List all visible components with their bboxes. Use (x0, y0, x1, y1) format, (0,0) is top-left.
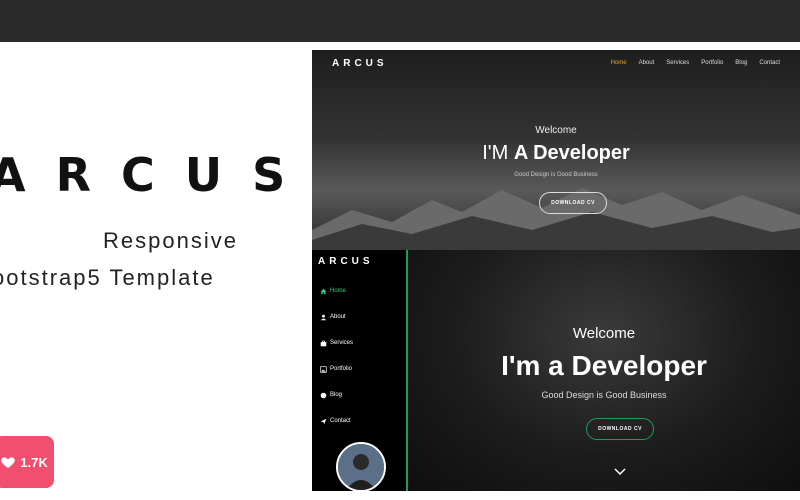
briefcase-icon (320, 340, 327, 347)
nav-services[interactable]: Services (666, 60, 689, 66)
sidebar-label: Blog (330, 392, 343, 398)
preview1-subtitle: Good Design is Good Business (514, 172, 598, 178)
headline-prefix: I'M (482, 142, 514, 164)
sidebar-item-home[interactable]: Home (320, 288, 353, 314)
user-icon (320, 314, 327, 321)
send-icon (320, 418, 327, 425)
sidebar-item-portfolio[interactable]: Portfolio (320, 366, 353, 392)
preview-topnav-layout: ARCUS Home About Services Portfolio Blog… (312, 50, 800, 250)
chevron-down-icon[interactable] (614, 468, 626, 476)
preview1-logo[interactable]: ARCUS (332, 58, 388, 69)
sidebar-label: Home (330, 288, 347, 294)
nav-contact[interactable]: Contact (759, 60, 780, 66)
preview2-welcome: Welcome (572, 325, 636, 342)
avatar (336, 442, 386, 491)
blog-icon (320, 392, 327, 399)
image-icon (320, 366, 327, 373)
like-count: 1.7K (20, 454, 48, 470)
sidebar-label: About (330, 314, 346, 320)
sidebar: ARCUS Home About Services Portfolio Blog (312, 250, 408, 491)
sidebar-label: Contact (330, 418, 351, 424)
headline-bold: A Developer (513, 142, 630, 164)
preview1-welcome: Welcome (535, 125, 577, 136)
preview2-subtitle: Good Design is Good Business (541, 390, 667, 400)
preview2-headline: I'm a Developer (501, 350, 707, 381)
sidebar-item-services[interactable]: Services (320, 340, 353, 366)
brand-logo: ARCUS (0, 148, 316, 202)
nav-blog[interactable]: Blog (735, 60, 747, 66)
preview1-download-cv-button[interactable]: DOWNLOAD CV (539, 192, 607, 214)
sidebar-item-contact[interactable]: Contact (320, 418, 353, 444)
sidebar-item-about[interactable]: About (320, 314, 353, 340)
preview2-logo[interactable]: ARCUS (318, 256, 374, 267)
tagline-template: ootstrap5 Template (0, 265, 215, 290)
preview-sidebar-layout: ARCUS Home About Services Portfolio Blog (312, 250, 800, 491)
top-bar (0, 0, 800, 42)
nav-home[interactable]: Home (611, 60, 627, 66)
preview1-headline: I'M A Developer (312, 142, 800, 165)
sidebar-label: Services (330, 340, 354, 346)
home-icon (320, 288, 327, 295)
preview1-nav: Home About Services Portfolio Blog Conta… (611, 60, 780, 66)
like-badge[interactable]: 1.7K (0, 436, 54, 488)
sidebar-item-blog[interactable]: Blog (320, 392, 353, 418)
preview2-download-cv-button[interactable]: DOWNLOAD CV (586, 418, 654, 440)
nav-portfolio[interactable]: Portfolio (701, 60, 723, 66)
tagline-responsive: Responsive (103, 228, 238, 253)
nav-about[interactable]: About (639, 60, 655, 66)
heart-icon (1, 457, 15, 468)
sidebar-menu: Home About Services Portfolio Blog Conta… (320, 288, 353, 444)
sidebar-label: Portfolio (330, 366, 353, 372)
